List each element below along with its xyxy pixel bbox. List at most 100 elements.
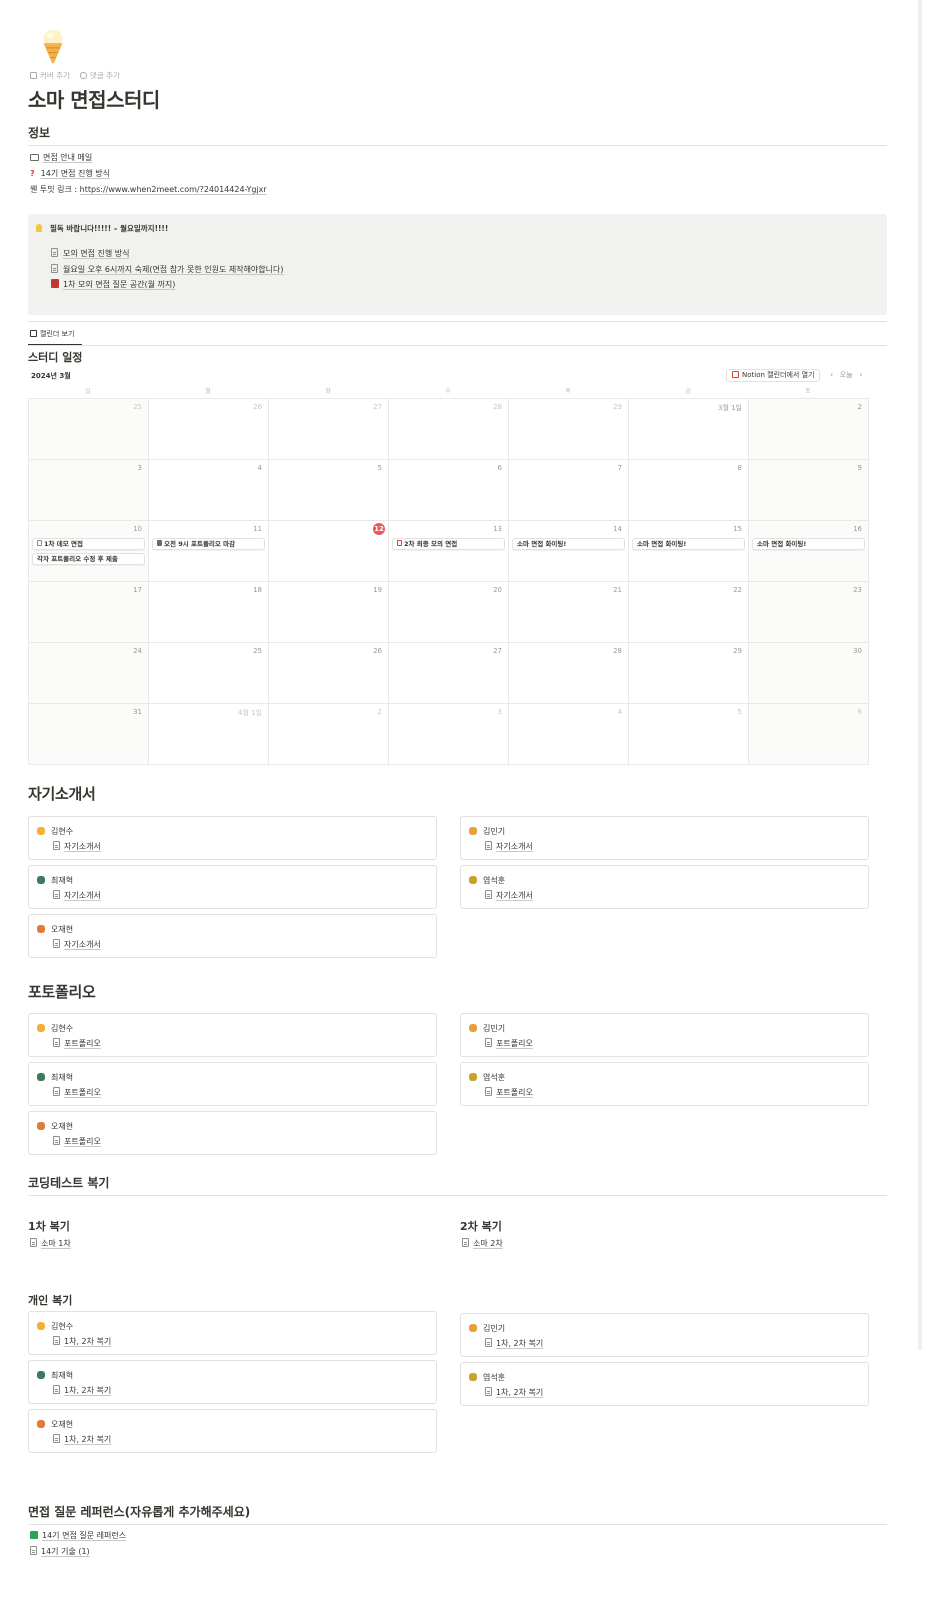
calendar-day-cell[interactable]: 6 [389, 460, 509, 521]
calendar-day-cell[interactable]: 5 [269, 460, 389, 521]
calendar-day-cell[interactable]: 13 2차 최종 모의 면접 [389, 521, 509, 582]
member-card[interactable]: 염석훈 포트폴리오 [460, 1062, 869, 1106]
calendar-day-cell[interactable]: 8 [629, 460, 749, 521]
member-doc-link[interactable]: 자기소개서 [53, 841, 101, 852]
calendar-day-cell[interactable]: 4 [149, 460, 269, 521]
member-doc-link[interactable]: 자기소개서 [53, 939, 101, 950]
next-month-button[interactable]: › [859, 370, 862, 379]
page-scrollbar[interactable] [918, 0, 922, 1350]
member-card[interactable]: 김민기 포트폴리오 [460, 1013, 869, 1057]
callout-link-homework[interactable]: 월요일 오후 6시까지 숙제(면접 참가 못한 인원도 제작해야합니다) [51, 264, 284, 275]
member-doc-link[interactable]: 자기소개서 [485, 841, 533, 852]
calendar-day-cell[interactable]: 29 [509, 399, 629, 460]
calendar-day-cell[interactable]: 7 [509, 460, 629, 521]
calendar-day-cell[interactable]: 6 [749, 704, 869, 765]
calendar-day-cell[interactable]: 3 [389, 704, 509, 765]
member-card[interactable]: 김현수 1차, 2차 복기 [28, 1311, 437, 1355]
member-doc-link[interactable]: 1차, 2차 복기 [53, 1385, 111, 1396]
calendar-day-cell[interactable]: 25 [29, 399, 149, 460]
member-card[interactable]: 염석훈 자기소개서 [460, 865, 869, 909]
calendar-day-cell[interactable]: 21 [509, 582, 629, 643]
member-doc-link[interactable]: 자기소개서 [485, 890, 533, 901]
calendar-day-cell[interactable]: 18 [149, 582, 269, 643]
member-card[interactable]: 오재현 자기소개서 [28, 914, 437, 958]
member-card[interactable]: 김현수 자기소개서 [28, 816, 437, 860]
when2meet-link[interactable]: https://www.when2meet.com/?24014424-Ygjx… [80, 185, 267, 194]
member-doc-link[interactable]: 포트폴리오 [53, 1038, 101, 1049]
member-doc-link[interactable]: 포트폴리오 [485, 1087, 533, 1098]
calendar-day-cell[interactable]: 5 [629, 704, 749, 765]
calendar-day-cell[interactable]: 30 [749, 643, 869, 704]
member-doc-link[interactable]: 자기소개서 [53, 890, 101, 901]
calendar-event[interactable]: 1차 데모 면접 [32, 538, 145, 550]
calendar-event[interactable]: 소마 면접 화이팅! [632, 538, 745, 550]
today-button[interactable]: 오늘 [840, 371, 853, 379]
member-doc-link[interactable]: 포트폴리오 [53, 1136, 101, 1147]
calendar-day-cell[interactable]: 24 [29, 643, 149, 704]
calendar-day-cell[interactable]: 4 [509, 704, 629, 765]
calendar-day-cell[interactable]: 23 [749, 582, 869, 643]
member-card[interactable]: 김민기 자기소개서 [460, 816, 869, 860]
member-card[interactable]: 최재혁 자기소개서 [28, 865, 437, 909]
calendar-day-cell[interactable]: 22 [629, 582, 749, 643]
calendar-event[interactable]: 오전 9시 포트폴리오 마감 [152, 538, 265, 550]
calendar-day-cell[interactable]: 16 소마 면접 화이팅! [749, 521, 869, 582]
process-link[interactable]: ? 14기 면접 진행 방식 [30, 168, 110, 179]
mail-link[interactable]: 면접 안내 메일 [30, 152, 92, 163]
callout-link-question-space[interactable]: 1차 모의 면접 질문 공간(월 까지) [51, 279, 175, 290]
add-comment-button[interactable]: 댓글 추가 [79, 70, 120, 81]
calendar-day-cell[interactable]: 31 [29, 704, 149, 765]
open-notion-calendar-button[interactable]: Notion 캘린더에서 열기 [726, 369, 821, 382]
member-doc-link[interactable]: 1차, 2차 복기 [53, 1336, 111, 1347]
member-doc-link[interactable]: 1차, 2차 복기 [485, 1387, 543, 1398]
calendar-day-cell[interactable]: 27 [269, 399, 389, 460]
callout-link-mock-process[interactable]: 모의 면접 진행 방식 [51, 248, 130, 259]
calendar-view-tab[interactable]: 캘린더 보기 [30, 329, 74, 339]
calendar-day-cell[interactable]: 15 소마 면접 화이팅! [629, 521, 749, 582]
member-doc-link[interactable]: 1차, 2차 복기 [53, 1434, 111, 1445]
reference-link-tech[interactable]: 14기 기술 (1) [30, 1546, 90, 1557]
calendar-event[interactable]: 소마 면접 화이팅! [752, 538, 865, 550]
ice-cream-icon[interactable] [34, 27, 72, 65]
calendar-day-cell[interactable]: 4월 1일 [149, 704, 269, 765]
calendar-day-cell[interactable]: 28 [389, 399, 509, 460]
calendar-day-cell[interactable]: 28 [509, 643, 629, 704]
calendar-day-cell[interactable]: 2 [749, 399, 869, 460]
member-card[interactable]: 김현수 포트폴리오 [28, 1013, 437, 1057]
calendar-day-cell[interactable]: 14 소마 면접 화이팅! [509, 521, 629, 582]
member-card[interactable]: 오재현 포트폴리오 [28, 1111, 437, 1155]
member-card[interactable]: 최재혁 1차, 2차 복기 [28, 1360, 437, 1404]
calendar-day-cell[interactable]: 3 [29, 460, 149, 521]
member-doc-link[interactable]: 포트폴리오 [485, 1038, 533, 1049]
calendar-day-cell[interactable]: 20 [389, 582, 509, 643]
member-doc-link[interactable]: 1차, 2차 복기 [485, 1338, 543, 1349]
calendar-title[interactable]: 스터디 일정 [28, 349, 82, 365]
calendar-day-cell[interactable]: 9 [749, 460, 869, 521]
calendar-day-cell[interactable]: 27 [389, 643, 509, 704]
prev-month-button[interactable]: ‹ [830, 370, 833, 379]
calendar-day-cell[interactable]: 25 [149, 643, 269, 704]
calendar-event[interactable]: 소마 면접 화이팅! [512, 538, 625, 550]
calendar-day-cell[interactable]: 3월 1일 [629, 399, 749, 460]
calendar-day-cell[interactable]: 19 [269, 582, 389, 643]
calendar-day-cell[interactable]: 17 [29, 582, 149, 643]
calendar-event[interactable]: 각자 포트폴리오 수정 후 제출 [32, 553, 145, 565]
calendar-day-cell[interactable]: 26 [269, 643, 389, 704]
calendar-day-cell[interactable]: 10 1차 데모 면접 각자 포트폴리오 수정 후 제출 [29, 521, 149, 582]
member-card[interactable]: 최재혁 포트폴리오 [28, 1062, 437, 1106]
member-card[interactable]: 오재현 1차, 2차 복기 [28, 1409, 437, 1453]
second-review-link[interactable]: 소마 2차 [462, 1238, 503, 1249]
page-title[interactable]: 소마 면접스터디 [28, 84, 160, 113]
member-doc-link[interactable]: 포트폴리오 [53, 1087, 101, 1098]
member-card[interactable]: 김민기 1차, 2차 복기 [460, 1313, 869, 1357]
calendar-day-cell[interactable]: 12 [269, 521, 389, 582]
calendar-day-cell[interactable]: 26 [149, 399, 269, 460]
first-review-link[interactable]: 소마 1차 [30, 1238, 71, 1249]
add-cover-button[interactable]: 커버 추가 [30, 70, 70, 81]
calendar-day-cell[interactable]: 2 [269, 704, 389, 765]
calendar-day-cell[interactable]: 29 [629, 643, 749, 704]
member-card[interactable]: 염석훈 1차, 2차 복기 [460, 1362, 869, 1406]
reference-link-questions[interactable]: 14기 면접 질문 레퍼런스 [30, 1530, 126, 1541]
calendar-day-cell[interactable]: 11 오전 9시 포트폴리오 마감 [149, 521, 269, 582]
calendar-event[interactable]: 2차 최종 모의 면접 [392, 538, 505, 550]
